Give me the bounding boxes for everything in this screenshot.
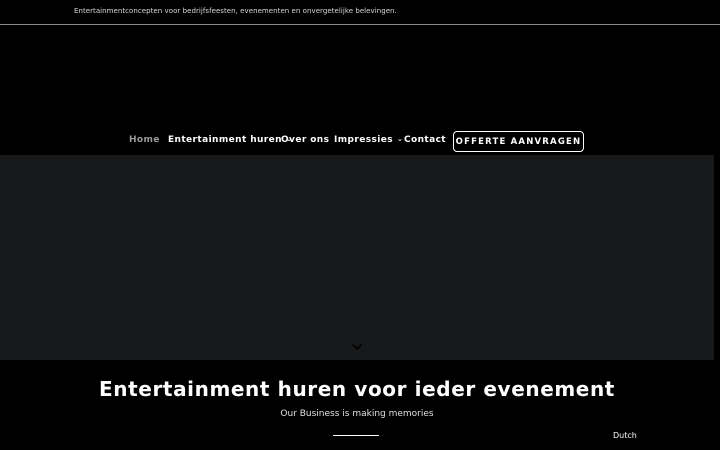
scrollbar[interactable]	[714, 155, 720, 450]
title-divider	[333, 435, 379, 436]
nav-item-over-ons[interactable]: Over ons	[281, 135, 329, 145]
quote-request-button[interactable]: OFFERTE AANVRAGEN	[453, 131, 584, 152]
nav-item-label: Home	[129, 135, 160, 145]
tagline: Entertainmentconcepten voor bedrijfsfees…	[74, 7, 397, 15]
page-subtitle: Our Business is making memories	[280, 409, 434, 419]
nav-item-label: Contact	[404, 135, 447, 145]
main-navigation: Home Entertainment huren ⌄ Over ons Impre…	[0, 130, 720, 154]
nav-item-home[interactable]: Home	[129, 135, 160, 145]
top-bar: Entertainmentconcepten voor bedrijfsfees…	[0, 0, 720, 25]
page-title: Entertainment huren voor ieder evenement	[99, 377, 615, 401]
nav-item-contact[interactable]: Contact	[404, 135, 446, 145]
hero-section	[0, 155, 714, 360]
nav-item-label: Over ons	[281, 135, 330, 145]
nav-item-label: Impressies	[334, 135, 393, 145]
language-switcher[interactable]: Dutch	[613, 431, 637, 440]
main-section: Entertainment huren voor ieder evenement…	[0, 360, 714, 450]
quote-request-label: OFFERTE AANVRAGEN	[455, 136, 582, 147]
chevron-down-icon[interactable]	[351, 343, 363, 351]
chevron-down-icon: ⌄	[396, 135, 404, 143]
nav-item-impressies[interactable]: Impressies ⌄	[334, 135, 403, 145]
nav-item-entertainment-huren[interactable]: Entertainment huren ⌄	[168, 135, 292, 145]
nav-item-label: Entertainment huren	[168, 135, 282, 145]
